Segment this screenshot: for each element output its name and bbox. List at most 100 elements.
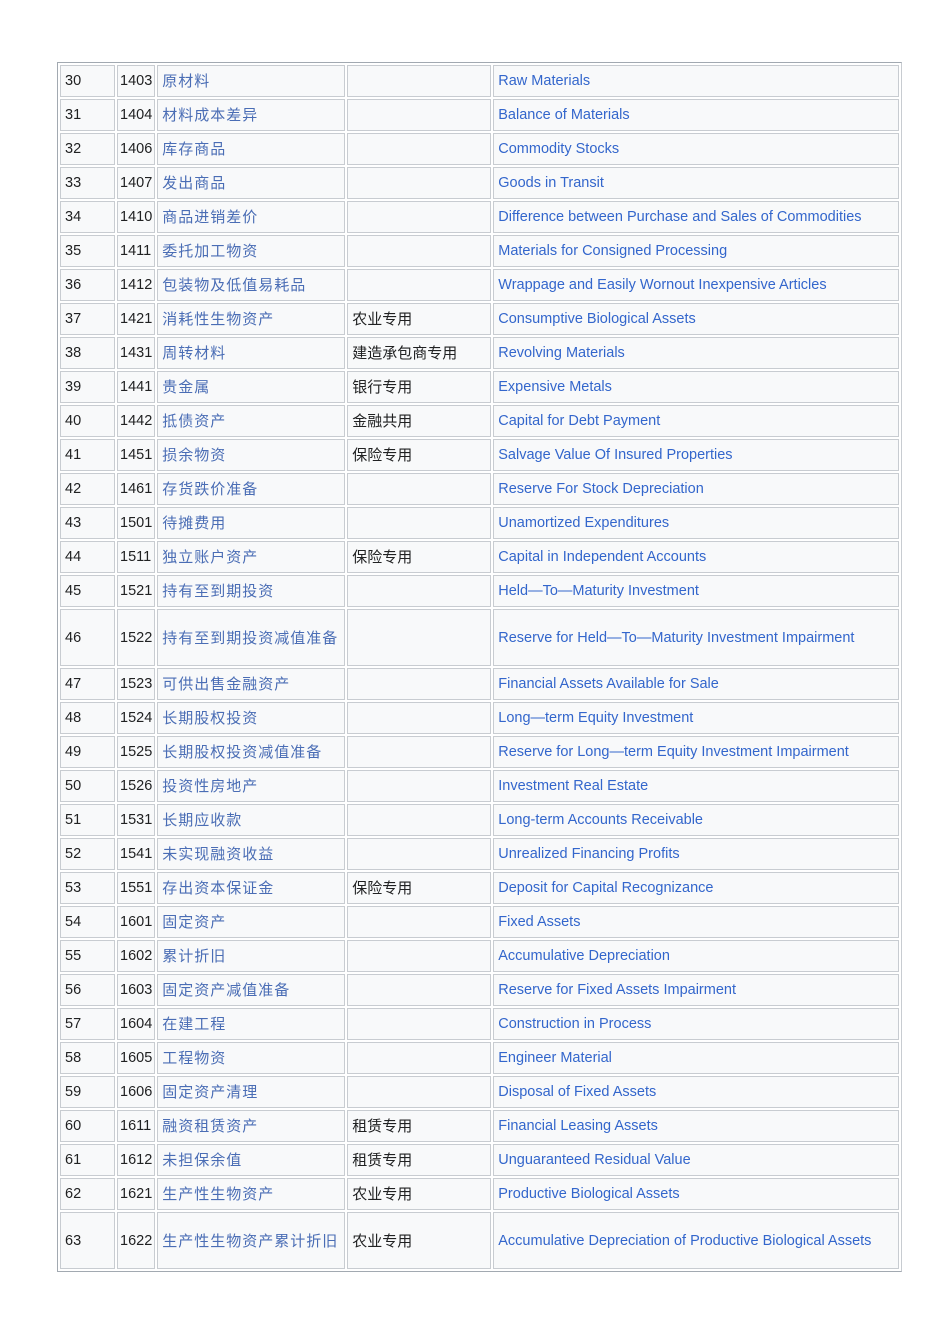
usage-note: [347, 974, 492, 1006]
chinese-name[interactable]: 抵债资产: [157, 405, 346, 437]
english-name[interactable]: Long-term Accounts Receivable: [493, 804, 899, 836]
english-name[interactable]: Balance of Materials: [493, 99, 899, 131]
account-code: 1403: [117, 65, 156, 97]
usage-note: [347, 668, 492, 700]
account-code: 1602: [117, 940, 156, 972]
usage-note: [347, 473, 492, 505]
usage-note: [347, 99, 492, 131]
usage-note: 银行专用: [347, 371, 492, 403]
chinese-name[interactable]: 库存商品: [157, 133, 346, 165]
english-name[interactable]: Capital for Debt Payment: [493, 405, 899, 437]
chinese-name[interactable]: 未实现融资收益: [157, 838, 346, 870]
table-row: 48 1524 长期股权投资 Long—term Equity Investment: [60, 702, 899, 734]
chinese-name[interactable]: 存出资本保证金: [157, 872, 346, 904]
chinese-name[interactable]: 长期股权投资减值准备: [157, 736, 346, 768]
chinese-name[interactable]: 长期股权投资: [157, 702, 346, 734]
english-name[interactable]: Reserve for Fixed Assets Impairment: [493, 974, 899, 1006]
english-name[interactable]: Goods in Transit: [493, 167, 899, 199]
chinese-name[interactable]: 发出商品: [157, 167, 346, 199]
english-name[interactable]: Commodity Stocks: [493, 133, 899, 165]
account-code: 1511: [117, 541, 156, 573]
chinese-name[interactable]: 待摊费用: [157, 507, 346, 539]
chinese-name[interactable]: 独立账户资产: [157, 541, 346, 573]
chinese-name[interactable]: 持有至到期投资: [157, 575, 346, 607]
account-code: 1606: [117, 1076, 156, 1108]
english-name[interactable]: Revolving Materials: [493, 337, 899, 369]
english-name[interactable]: Unguaranteed Residual Value: [493, 1144, 899, 1176]
row-number: 58: [60, 1042, 115, 1074]
chinese-name[interactable]: 固定资产减值准备: [157, 974, 346, 1006]
english-name[interactable]: Salvage Value Of Insured Properties: [493, 439, 899, 471]
chinese-name[interactable]: 生产性生物资产: [157, 1178, 346, 1210]
chinese-name[interactable]: 原材料: [157, 65, 346, 97]
english-name[interactable]: Expensive Metals: [493, 371, 899, 403]
chinese-name[interactable]: 周转材料: [157, 337, 346, 369]
account-code: 1404: [117, 99, 156, 131]
english-name[interactable]: Disposal of Fixed Assets: [493, 1076, 899, 1108]
chinese-name[interactable]: 持有至到期投资减值准备: [157, 609, 346, 666]
chinese-name[interactable]: 包装物及低值易耗品: [157, 269, 346, 301]
english-name[interactable]: Consumptive Biological Assets: [493, 303, 899, 335]
usage-note: [347, 269, 492, 301]
account-code: 1621: [117, 1178, 156, 1210]
account-code: 1451: [117, 439, 156, 471]
row-number: 47: [60, 668, 115, 700]
account-code: 1410: [117, 201, 156, 233]
chinese-name[interactable]: 可供出售金融资产: [157, 668, 346, 700]
chinese-name[interactable]: 材料成本差异: [157, 99, 346, 131]
chinese-name[interactable]: 固定资产清理: [157, 1076, 346, 1108]
account-code: 1531: [117, 804, 156, 836]
english-name[interactable]: Capital in Independent Accounts: [493, 541, 899, 573]
english-name[interactable]: Reserve for Held—To—Maturity Investment …: [493, 609, 899, 666]
table-row: 38 1431 周转材料 建造承包商专用 Revolving Materials: [60, 337, 899, 369]
chinese-name[interactable]: 存货跌价准备: [157, 473, 346, 505]
english-name[interactable]: Difference between Purchase and Sales of…: [493, 201, 899, 233]
english-name[interactable]: Financial Leasing Assets: [493, 1110, 899, 1142]
usage-note: [347, 609, 492, 666]
chinese-name[interactable]: 长期应收款: [157, 804, 346, 836]
english-name[interactable]: Accumulative Depreciation: [493, 940, 899, 972]
english-name[interactable]: Investment Real Estate: [493, 770, 899, 802]
row-number: 60: [60, 1110, 115, 1142]
english-name[interactable]: Construction in Process: [493, 1008, 899, 1040]
row-number: 49: [60, 736, 115, 768]
row-number: 63: [60, 1212, 115, 1269]
english-name[interactable]: Wrappage and Easily Wornout Inexpensive …: [493, 269, 899, 301]
english-name[interactable]: Financial Assets Available for Sale: [493, 668, 899, 700]
english-name[interactable]: Held—To—Maturity Investment: [493, 575, 899, 607]
account-code: 1521: [117, 575, 156, 607]
usage-note: [347, 133, 492, 165]
row-number: 56: [60, 974, 115, 1006]
chinese-name[interactable]: 融资租赁资产: [157, 1110, 346, 1142]
chinese-name[interactable]: 损余物资: [157, 439, 346, 471]
chinese-name[interactable]: 未担保余值: [157, 1144, 346, 1176]
english-name[interactable]: Accumulative Depreciation of Productive …: [493, 1212, 899, 1269]
english-name[interactable]: Unrealized Financing Profits: [493, 838, 899, 870]
english-name[interactable]: Materials for Consigned Processing: [493, 235, 899, 267]
chinese-name[interactable]: 生产性生物资产累计折旧: [157, 1212, 346, 1269]
chinese-name[interactable]: 在建工程: [157, 1008, 346, 1040]
chinese-name[interactable]: 投资性房地产: [157, 770, 346, 802]
usage-note: 保险专用: [347, 439, 492, 471]
chinese-name[interactable]: 消耗性生物资产: [157, 303, 346, 335]
english-name[interactable]: Fixed Assets: [493, 906, 899, 938]
english-name[interactable]: Engineer Material: [493, 1042, 899, 1074]
table-row: 43 1501 待摊费用 Unamortized Expenditures: [60, 507, 899, 539]
chinese-name[interactable]: 委托加工物资: [157, 235, 346, 267]
english-name[interactable]: Unamortized Expenditures: [493, 507, 899, 539]
usage-note: 租赁专用: [347, 1110, 492, 1142]
chinese-name[interactable]: 贵金属: [157, 371, 346, 403]
english-name[interactable]: Reserve for Long—term Equity Investment …: [493, 736, 899, 768]
english-name[interactable]: Reserve For Stock Depreciation: [493, 473, 899, 505]
english-name[interactable]: Long—term Equity Investment: [493, 702, 899, 734]
english-name[interactable]: Raw Materials: [493, 65, 899, 97]
table-row: 35 1411 委托加工物资 Materials for Consigned Proc…: [60, 235, 899, 267]
english-name[interactable]: Productive Biological Assets: [493, 1178, 899, 1210]
chinese-name[interactable]: 累计折旧: [157, 940, 346, 972]
english-name[interactable]: Deposit for Capital Recognizance: [493, 872, 899, 904]
row-number: 43: [60, 507, 115, 539]
account-code: 1541: [117, 838, 156, 870]
chinese-name[interactable]: 固定资产: [157, 906, 346, 938]
chinese-name[interactable]: 工程物资: [157, 1042, 346, 1074]
chinese-name[interactable]: 商品进销差价: [157, 201, 346, 233]
